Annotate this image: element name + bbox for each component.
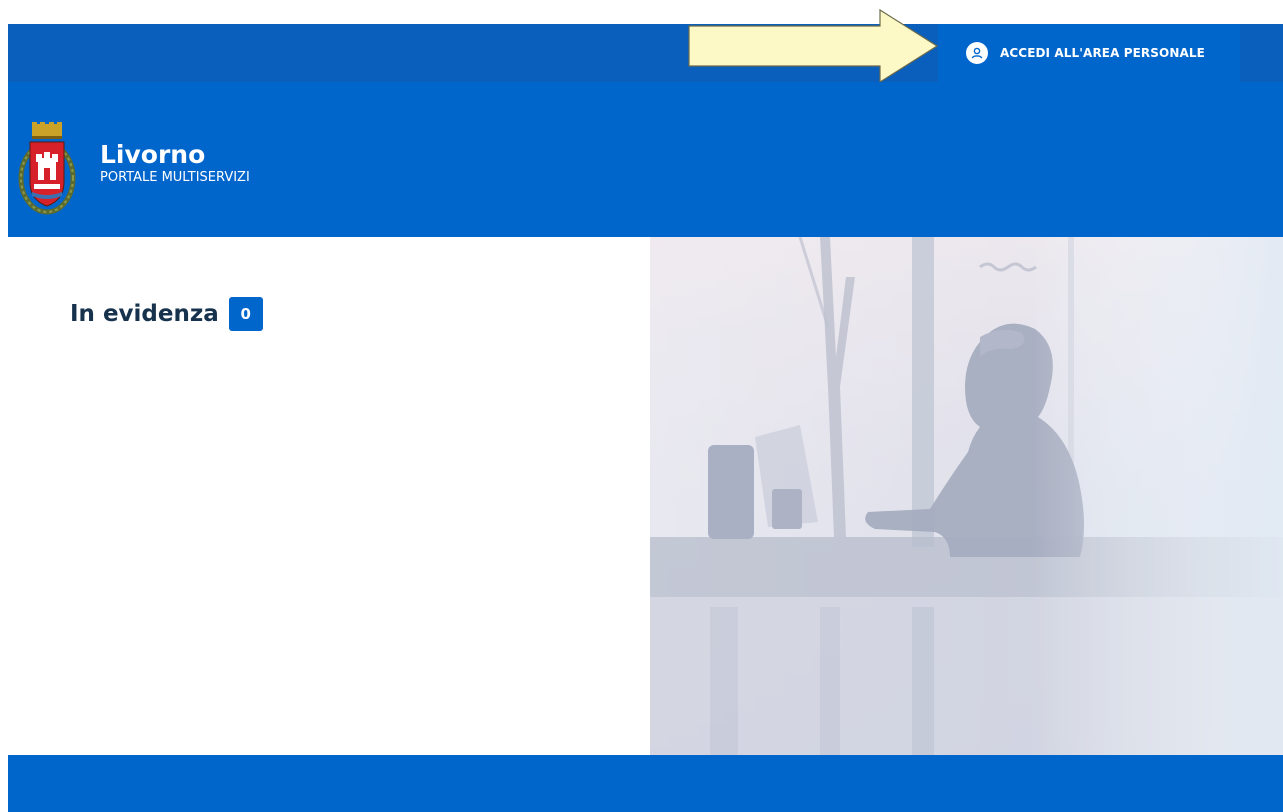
site-header: Livorno PORTALE MULTISERVIZI — [8, 82, 1283, 237]
login-button-label: ACCEDI ALL'AREA PERSONALE — [1000, 46, 1205, 60]
site-subtitle: PORTALE MULTISERVIZI — [100, 170, 250, 185]
site-title: Livorno — [100, 140, 206, 169]
annotation-arrow — [688, 8, 938, 84]
top-bar: ACCEDI ALL'AREA PERSONALE — [8, 24, 1283, 82]
user-icon — [966, 42, 988, 64]
section-title: In evidenza — [70, 301, 219, 327]
coat-of-arms-logo[interactable] — [18, 122, 76, 218]
brand[interactable]: Livorno PORTALE MULTISERVIZI — [100, 140, 250, 186]
section-count-badge: 0 — [228, 297, 263, 331]
hero-image — [650, 237, 1283, 755]
site-footer — [8, 755, 1283, 812]
section-heading: In evidenza 0 — [70, 297, 263, 331]
main-content: In evidenza 0 — [8, 237, 1283, 755]
login-button[interactable]: ACCEDI ALL'AREA PERSONALE — [938, 24, 1240, 82]
